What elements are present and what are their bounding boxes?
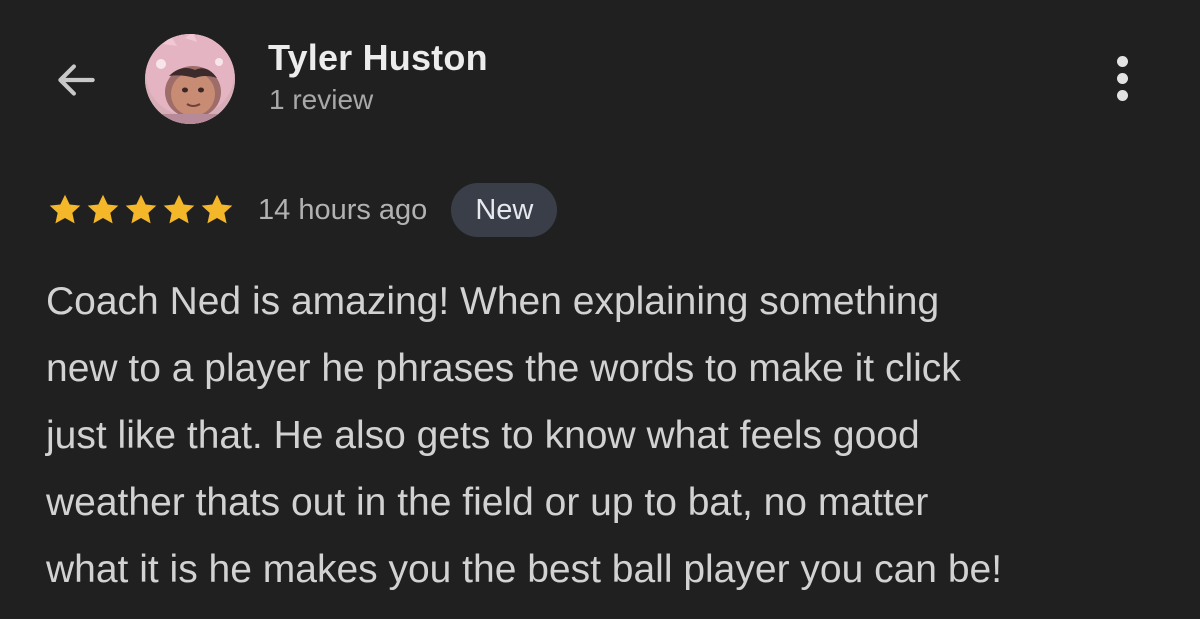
star-icon — [201, 194, 233, 224]
star-icon — [87, 194, 119, 224]
avatar[interactable] — [145, 34, 235, 124]
more-vertical-icon-dot — [1116, 89, 1128, 101]
review-text-line: weather thats out in the field or up to … — [46, 481, 929, 524]
star-icon — [163, 194, 195, 224]
star-rating — [46, 192, 236, 228]
review-count: 1 review — [269, 84, 374, 115]
arrow-left-icon — [58, 64, 95, 96]
more-vertical-icon-dot — [1116, 72, 1128, 84]
avatar-image — [145, 34, 235, 124]
review-text: Coach Ned is amazing! When explaining so… — [46, 268, 1176, 603]
reviewer-name[interactable]: Tyler Huston — [268, 37, 488, 79]
more-vertical-icon — [1116, 55, 1128, 67]
review-text-line: what it is he makes you the best ball pl… — [46, 548, 1003, 591]
review-timestamp: 14 hours ago — [258, 193, 428, 226]
review-text-line: Coach Ned is amazing! When explaining so… — [46, 280, 940, 323]
review-text-line: new to a player he phrases the words to … — [46, 347, 961, 390]
rating-row: 14 hours ago New — [46, 183, 558, 237]
back-button[interactable] — [48, 52, 104, 108]
new-badge: New — [451, 183, 558, 237]
review-text-line: just like that. He also gets to know wha… — [46, 414, 920, 457]
more-options-button[interactable] — [1098, 48, 1146, 108]
star-icon — [125, 194, 157, 224]
star-icon — [49, 194, 81, 224]
